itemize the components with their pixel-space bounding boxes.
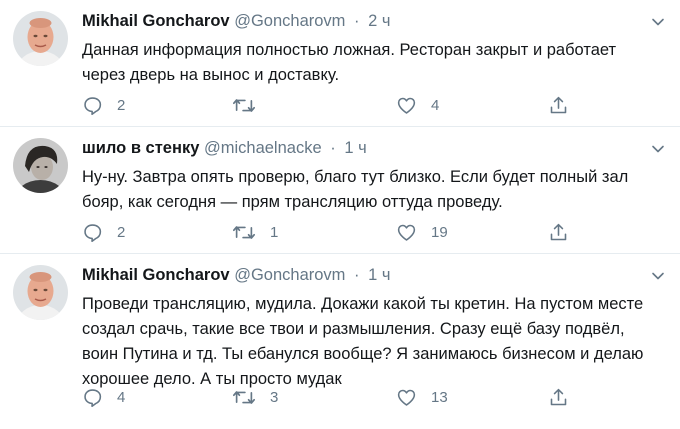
like-count: 13	[431, 388, 448, 406]
tweet-text: Проведи трансляцию, мудила. Докажи какой…	[82, 292, 662, 392]
reply-icon	[82, 95, 103, 116]
retweet-icon	[232, 387, 256, 408]
tweet[interactable]: Mikhail Goncharov @Goncharovm · 1 ч Пров…	[0, 254, 680, 429]
tweet-text-line: воин Путина и тд. Ты ебанулся вообще? Я …	[82, 345, 644, 363]
separator: ·	[330, 139, 336, 157]
avatar[interactable]	[13, 138, 68, 193]
reply-icon	[82, 387, 103, 408]
tweet[interactable]: шило в стенку @michaelnacke · 1 ч Ну-ну.…	[0, 127, 680, 254]
timestamp[interactable]: 1 ч	[368, 266, 390, 284]
author-name[interactable]: Mikhail Goncharov	[82, 266, 230, 284]
retweet-button[interactable]: 3	[232, 386, 278, 408]
retweet-button[interactable]	[232, 94, 270, 116]
like-count: 19	[431, 223, 448, 241]
author-handle[interactable]: @Goncharovm	[234, 12, 345, 30]
like-button[interactable]: 13	[396, 386, 448, 408]
like-count: 4	[431, 96, 440, 114]
reply-count: 2	[117, 223, 126, 241]
retweet-count: 3	[270, 388, 279, 406]
like-button[interactable]: 4	[396, 94, 439, 116]
reply-button[interactable]: 2	[82, 94, 125, 116]
tweet-text-line: создал срачь, такие все твои и размышлен…	[82, 320, 625, 338]
author-handle[interactable]: @Goncharovm	[234, 266, 345, 284]
author-name[interactable]: шило в стенку	[82, 139, 199, 157]
retweet-button[interactable]: 1	[232, 221, 278, 243]
retweet-icon	[232, 222, 256, 243]
retweet-count: 1	[270, 223, 279, 241]
heart-icon	[396, 95, 417, 116]
tweet-text-line: Данная информация полностью ложная. Рест…	[82, 41, 617, 59]
reply-button[interactable]: 2	[82, 221, 125, 243]
timestamp[interactable]: 1 ч	[344, 139, 366, 157]
chevron-down-icon[interactable]	[650, 141, 666, 157]
author-handle[interactable]: @michaelnacke	[204, 139, 322, 157]
author-name[interactable]: Mikhail Goncharov	[82, 12, 230, 30]
reply-count: 2	[117, 96, 126, 114]
like-button[interactable]: 19	[396, 221, 448, 243]
share-button[interactable]	[548, 221, 569, 243]
tweet-actions: 4 3 13	[82, 386, 602, 408]
tweet-header: Mikhail Goncharov @Goncharovm · 2 ч	[82, 12, 640, 36]
tweet-text-line: бояр, как сегодня — прям трансляцию отту…	[82, 193, 503, 211]
share-button[interactable]	[548, 94, 569, 116]
share-icon	[548, 387, 569, 408]
separator: ·	[354, 12, 360, 30]
reply-count: 4	[117, 388, 126, 406]
tweet[interactable]: Mikhail Goncharov @Goncharovm · 2 ч Данн…	[0, 0, 680, 127]
tweet-text: Данная информация полностью ложная. Рест…	[82, 38, 662, 88]
chevron-down-icon[interactable]	[650, 14, 666, 30]
reply-button[interactable]: 4	[82, 386, 125, 408]
separator: ·	[354, 266, 360, 284]
tweet-header: шило в стенку @michaelnacke · 1 ч	[82, 139, 640, 163]
heart-icon	[396, 222, 417, 243]
share-icon	[548, 222, 569, 243]
retweet-icon	[232, 95, 256, 116]
tweet-actions: 2 1 19	[82, 221, 602, 243]
reply-icon	[82, 222, 103, 243]
heart-icon	[396, 387, 417, 408]
share-icon	[548, 95, 569, 116]
tweet-text-line: Проведи трансляцию, мудила. Докажи какой…	[82, 295, 644, 313]
tweet-thread: Mikhail Goncharov @Goncharovm · 2 ч Данн…	[0, 0, 680, 429]
timestamp[interactable]: 2 ч	[368, 12, 390, 30]
tweet-header: Mikhail Goncharov @Goncharovm · 1 ч	[82, 266, 640, 290]
avatar[interactable]	[13, 11, 68, 66]
avatar[interactable]	[13, 265, 68, 320]
tweet-text: Ну-ну. Завтра опять проверю, благо тут б…	[82, 165, 662, 215]
share-button[interactable]	[548, 386, 569, 408]
tweet-text-line: через дверь на вынос и доставку.	[82, 66, 340, 84]
chevron-down-icon[interactable]	[650, 268, 666, 284]
tweet-text-line: Ну-ну. Завтра опять проверю, благо тут б…	[82, 168, 629, 186]
tweet-actions: 2 4	[82, 94, 602, 116]
